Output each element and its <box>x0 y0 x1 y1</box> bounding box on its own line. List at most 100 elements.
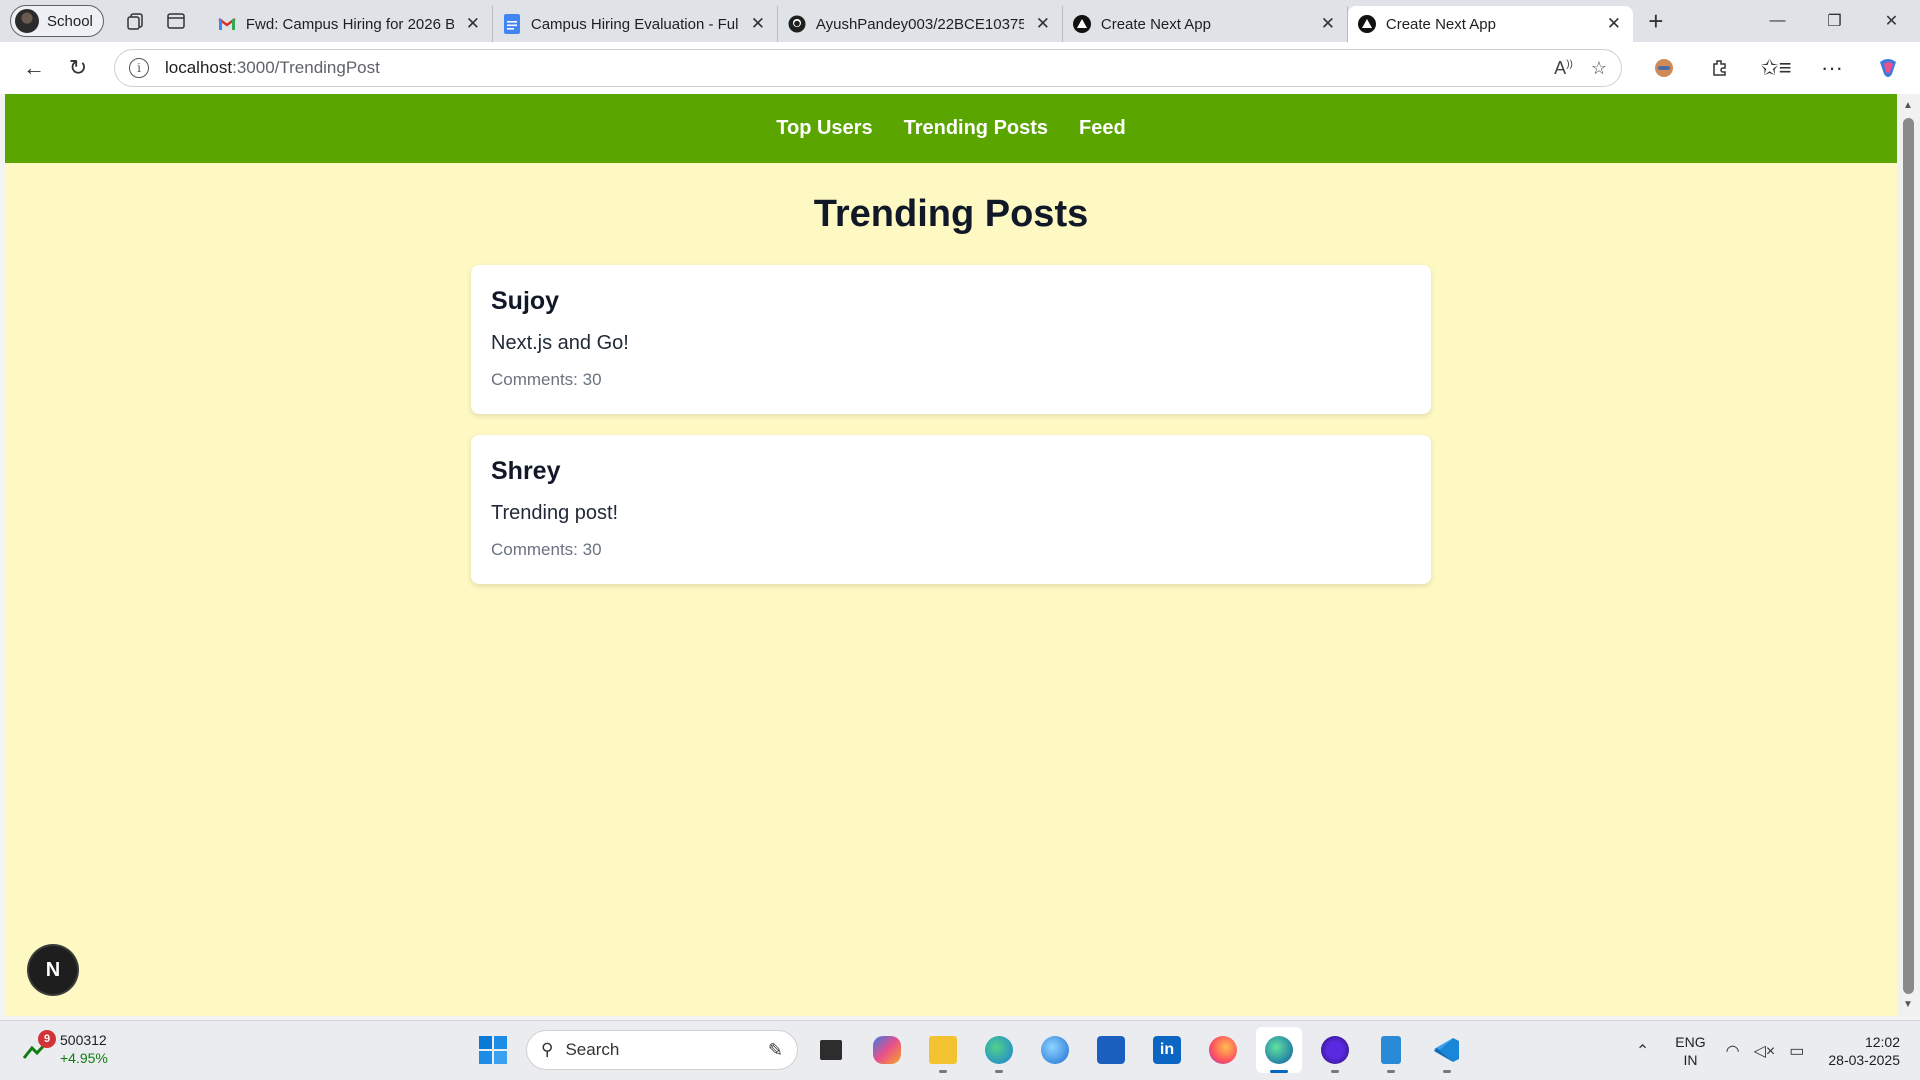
taskbar-search[interactable]: ⚲ Search ✎ <box>526 1030 798 1070</box>
nextjs-icon <box>1357 15 1376 33</box>
battery-icon[interactable]: ▭ <box>1789 1041 1804 1061</box>
vscode-icon[interactable] <box>1424 1027 1470 1073</box>
reload-icon[interactable]: ↻ <box>56 50 100 86</box>
notification-badge: 9 <box>38 1030 56 1048</box>
post-comments-count: Comments: 30 <box>491 370 602 389</box>
profile-label: School <box>47 12 93 30</box>
post-card: Shrey Trending post! Comments: 30 <box>471 435 1431 584</box>
browser-toolbar: ← ↻ i localhost:3000/TrendingPost A)) ☆ … <box>0 42 1920 94</box>
language-indicator[interactable]: ENG IN <box>1675 1033 1705 1069</box>
workspaces-icon[interactable] <box>116 5 156 37</box>
gmail-icon <box>218 15 236 33</box>
tab-close-icon[interactable]: ✕ <box>464 14 482 34</box>
post-content: Next.js and Go! <box>491 332 629 354</box>
post-list: Sujoy Next.js and Go! Comments: 30 Shrey… <box>471 265 1431 584</box>
nav-trending-posts[interactable]: Trending Posts <box>904 117 1048 140</box>
tab-close-icon[interactable]: ✕ <box>749 14 767 34</box>
search-highlight-icon: ✎ <box>767 1039 783 1060</box>
minimize-icon[interactable]: — <box>1749 0 1806 42</box>
microsoft-store-icon[interactable] <box>1088 1027 1134 1073</box>
scrollbar-thumb[interactable] <box>1903 118 1914 994</box>
nav-top-users[interactable]: Top Users <box>776 117 872 140</box>
tab-create-next-app[interactable]: Create Next App ✕ <box>1063 6 1348 42</box>
firefox-icon[interactable] <box>1200 1027 1246 1073</box>
tab-gmail[interactable]: Fwd: Campus Hiring for 2026 Ba ✕ <box>208 6 493 42</box>
more-menu-icon[interactable]: ··· <box>1804 50 1860 86</box>
scroll-up-icon[interactable]: ▲ <box>1903 100 1913 111</box>
nav-feed[interactable]: Feed <box>1079 117 1126 140</box>
edge-browser-icon[interactable] <box>1256 1027 1302 1073</box>
post-comments-count: Comments: 30 <box>491 540 602 559</box>
task-view-icon[interactable] <box>808 1027 854 1073</box>
tab-create-next-app-active[interactable]: Create Next App ✕ <box>1347 6 1633 42</box>
lang-line2: IN <box>1683 1052 1698 1068</box>
page-scrollbar[interactable]: ▲ ▼ <box>1897 94 1920 1016</box>
post-card: Sujoy Next.js and Go! Comments: 30 <box>471 265 1431 414</box>
google-docs-icon <box>503 14 521 34</box>
tab-close-icon[interactable]: ✕ <box>1319 14 1337 34</box>
nextjs-icon <box>1072 15 1091 33</box>
extension-avatar-icon[interactable] <box>1636 50 1692 86</box>
show-hidden-icons-icon[interactable]: ⌃ <box>1636 1041 1649 1061</box>
back-icon[interactable]: ← <box>12 50 56 86</box>
stock-value: 500312 <box>60 1032 107 1048</box>
edge-beta-icon[interactable] <box>1032 1027 1078 1073</box>
tab-close-icon[interactable]: ✕ <box>1605 14 1623 34</box>
tab-title: Fwd: Campus Hiring for 2026 Ba <box>245 15 454 33</box>
clock[interactable]: 12:02 28-03-2025 <box>1828 1033 1900 1069</box>
top-navbar: Top Users Trending Posts Feed <box>5 94 1897 163</box>
url-host: localhost <box>165 58 233 77</box>
search-placeholder: Search <box>565 1040 620 1059</box>
system-tray: ⌃ ENG IN ◠ ◁× ▭ 12:02 28-03-2025 <box>1636 1021 1920 1080</box>
copilot-app-icon[interactable] <box>864 1027 910 1073</box>
read-aloud-icon[interactable]: A)) <box>1554 58 1573 79</box>
extensions-icon[interactable] <box>1692 50 1748 86</box>
post-author: Sujoy <box>491 287 560 315</box>
tab-github[interactable]: AyushPandey003/22BCE10375 ✕ <box>778 6 1063 42</box>
tab-close-icon[interactable]: ✕ <box>1034 14 1052 34</box>
close-window-icon[interactable]: ✕ <box>1863 0 1920 42</box>
obs-icon[interactable] <box>1312 1027 1358 1073</box>
nextjs-dev-indicator-button[interactable]: N <box>29 946 77 994</box>
tab-google-docs[interactable]: Campus Hiring Evaluation - Full ✕ <box>493 6 778 42</box>
edge-dev-icon[interactable] <box>976 1027 1022 1073</box>
windows-taskbar: 9 500312 +4.95% ⚲ Search ✎ in ⌃ ENG IN ◠… <box>0 1020 1920 1080</box>
restore-icon[interactable]: ❐ <box>1806 0 1863 42</box>
favorite-star-icon[interactable]: ☆ <box>1591 58 1607 79</box>
tab-title: Create Next App <box>1100 15 1211 33</box>
clock-date: 28-03-2025 <box>1828 1052 1900 1068</box>
copilot-icon[interactable] <box>1860 50 1916 86</box>
file-explorer-icon[interactable] <box>920 1027 966 1073</box>
tab-title: Create Next App <box>1385 15 1496 33</box>
url-text[interactable]: localhost:3000/TrendingPost <box>165 58 380 78</box>
url-path: :3000/TrendingPost <box>232 58 380 77</box>
stock-chart-icon: 9 <box>22 1030 56 1062</box>
stock-widget[interactable]: 9 500312 +4.95% <box>22 1030 108 1067</box>
site-info-icon[interactable]: i <box>129 58 149 78</box>
page-title: Trending Posts <box>813 193 1089 235</box>
vertical-tabs-icon[interactable] <box>156 5 196 37</box>
browser-tabstrip: School Fwd: Campus Hiring for 2026 Ba ✕ … <box>0 0 1920 42</box>
notepad-icon[interactable] <box>1368 1027 1414 1073</box>
volume-muted-icon[interactable]: ◁× <box>1754 1041 1776 1061</box>
linkedin-icon[interactable]: in <box>1144 1027 1190 1073</box>
new-tab-button[interactable]: + <box>1633 5 1679 37</box>
tab-title: Campus Hiring Evaluation - Full <box>530 15 739 33</box>
taskbar-apps: ⚲ Search ✎ in <box>470 1027 1470 1073</box>
tab-title: AyushPandey003/22BCE10375 <box>815 15 1024 33</box>
address-bar[interactable]: i localhost:3000/TrendingPost A)) ☆ <box>114 49 1622 87</box>
page-viewport: Top Users Trending Posts Feed Trending P… <box>5 94 1897 1016</box>
clock-time: 12:02 <box>1864 1034 1900 1050</box>
profile-avatar <box>15 9 39 33</box>
search-icon: ⚲ <box>541 1040 554 1059</box>
stock-change: +4.95% <box>60 1050 108 1066</box>
window-controls: — ❐ ✕ <box>1749 0 1920 42</box>
lang-line1: ENG <box>1675 1034 1706 1050</box>
profile-button[interactable]: School <box>10 5 104 37</box>
windows-start-icon[interactable] <box>470 1027 516 1073</box>
github-icon <box>788 15 806 33</box>
scroll-down-icon[interactable]: ▼ <box>1903 999 1913 1010</box>
wifi-icon[interactable]: ◠ <box>1726 1041 1740 1061</box>
post-author: Shrey <box>491 457 561 485</box>
favorites-icon[interactable]: ✩≡ <box>1748 50 1804 86</box>
